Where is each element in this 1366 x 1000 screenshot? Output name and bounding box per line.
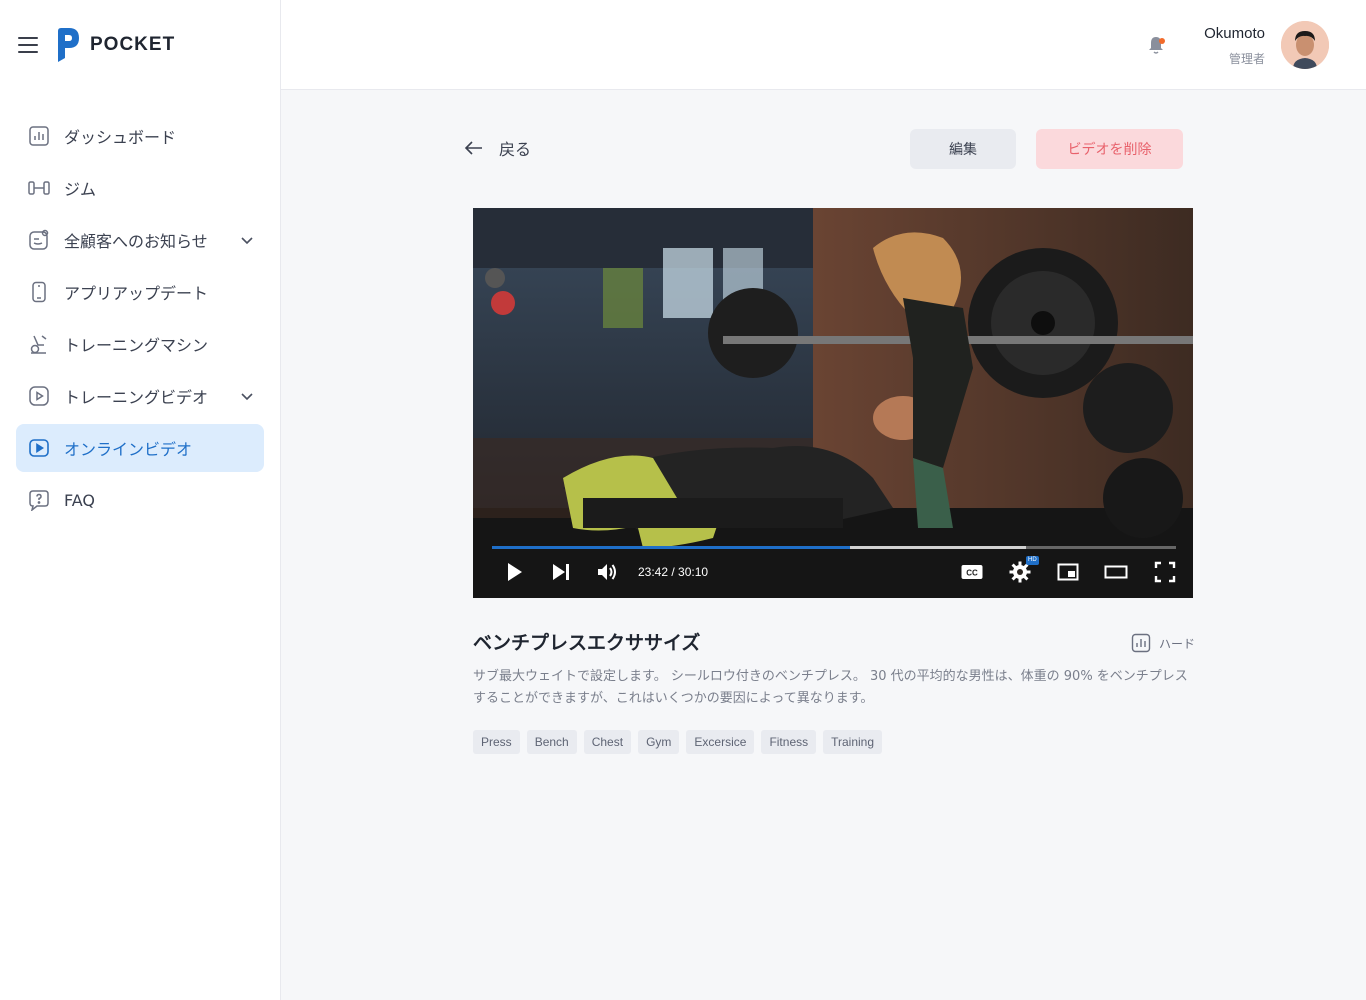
user-role: 管理者 (1228, 52, 1265, 66)
miniplayer-icon (1057, 563, 1079, 581)
sidebar-item-label: トレーニングマシン (64, 336, 209, 355)
announcement-icon (28, 229, 50, 251)
tag[interactable]: Press (473, 730, 520, 754)
sidebar-item-online-video[interactable]: オンラインビデオ (16, 424, 264, 472)
tag[interactable]: Gym (638, 730, 680, 754)
cc-label: CC (966, 569, 978, 578)
sidebar-item-app-update[interactable]: アプリアップデート (16, 268, 264, 316)
theater-mode-button[interactable] (1102, 558, 1130, 586)
sidebar-item-label: トレーニングビデオ (64, 388, 209, 407)
closed-captions-icon: CC (961, 565, 983, 579)
skip-next-icon (553, 564, 569, 580)
top-bar: Okumoto 管理者 (281, 0, 1366, 90)
player-controls: 23:42 / 30:10 CC HD (473, 556, 1193, 590)
sidebar-item-label: アプリアップデート (64, 284, 209, 303)
tag[interactable]: Training (823, 730, 883, 754)
sidebar-item-label: 全顧客へのお知らせ (64, 232, 208, 251)
video-description: サブ最大ウェイトで設定します。 シールロウ付きのベンチプレス。 30 代の平均的… (473, 669, 1188, 706)
tag[interactable]: Bench (526, 730, 577, 754)
avatar[interactable] (1281, 21, 1329, 69)
chevron-down-icon[interactable] (240, 233, 254, 247)
edit-button[interactable]: 編集 (910, 129, 1016, 169)
chart-icon (28, 125, 50, 147)
notification-button[interactable] (1145, 34, 1167, 56)
sidebar-item-label: ジム (64, 180, 97, 199)
fullscreen-icon (1154, 561, 1176, 583)
delete-video-button[interactable]: ビデオを削除 (1036, 129, 1183, 169)
gym-icon (28, 177, 50, 199)
sidebar-nav: ダッシュボード ジム 全顧客へのお知らせ アプリアップデート トレーニングマシン… (16, 112, 264, 528)
tag[interactable]: Excersice (686, 730, 755, 754)
next-button[interactable] (547, 558, 575, 586)
video-title: ベンチプレスエクササイズ (473, 632, 701, 654)
user-name[interactable]: Okumoto (1204, 25, 1265, 42)
captions-button[interactable]: CC (958, 558, 986, 586)
sidebar-item-gym[interactable]: ジム (16, 164, 264, 212)
brand-name[interactable]: POCKET (90, 34, 175, 56)
pocket-logo-icon[interactable] (56, 27, 80, 63)
chevron-down-icon[interactable] (240, 389, 254, 403)
sidebar-item-label: FAQ (64, 490, 95, 510)
sidebar-item-announcements[interactable]: 全顧客へのお知らせ (16, 216, 264, 264)
brand-header: POCKET (0, 0, 281, 90)
notification-dot (1159, 38, 1165, 44)
video-icon (28, 437, 50, 459)
arrow-left-icon (464, 141, 482, 155)
chart-icon (1131, 633, 1151, 653)
volume-icon (598, 564, 616, 580)
menu-icon[interactable] (18, 37, 38, 53)
tag-list: Press Bench Chest Gym Excersice Fitness … (473, 730, 883, 754)
phone-icon (28, 281, 50, 303)
sidebar-item-faq[interactable]: FAQ (16, 476, 264, 524)
sidebar-item-label: ダッシュボード (64, 128, 177, 147)
sidebar-item-label: オンラインビデオ (64, 440, 193, 459)
video-player[interactable]: 23:42 / 30:10 CC HD (473, 208, 1193, 598)
sidebar-item-training-machine[interactable]: トレーニングマシン (16, 320, 264, 368)
video-icon (28, 385, 50, 407)
difficulty-label: ハード (1159, 636, 1196, 651)
theater-mode-icon (1104, 565, 1128, 579)
volume-button[interactable] (593, 558, 621, 586)
time-display: 23:42 / 30:10 (638, 565, 709, 579)
back-label: 戻る (499, 140, 532, 159)
tag[interactable]: Fitness (761, 730, 817, 754)
difficulty-badge: ハード (1131, 633, 1195, 653)
miniplayer-button[interactable] (1054, 558, 1082, 586)
sidebar-item-dashboard[interactable]: ダッシュボード (16, 112, 264, 160)
faq-icon (28, 489, 50, 511)
machine-icon (28, 333, 50, 355)
sidebar: POCKET ダッシュボード ジム 全顧客へのお知らせ アプリアップデート トレ… (0, 0, 281, 1000)
progress-played (492, 546, 851, 549)
tag[interactable]: Chest (583, 730, 632, 754)
play-button[interactable] (500, 558, 528, 586)
video-progress-bar[interactable] (492, 546, 1176, 549)
bell-icon (1149, 37, 1163, 54)
hd-badge: HD (1026, 556, 1039, 565)
play-icon (508, 563, 522, 581)
back-button[interactable]: 戻る (463, 136, 531, 160)
video-frame (473, 208, 1193, 598)
fullscreen-button[interactable] (1151, 558, 1179, 586)
sidebar-item-training-video[interactable]: トレーニングビデオ (16, 372, 264, 420)
